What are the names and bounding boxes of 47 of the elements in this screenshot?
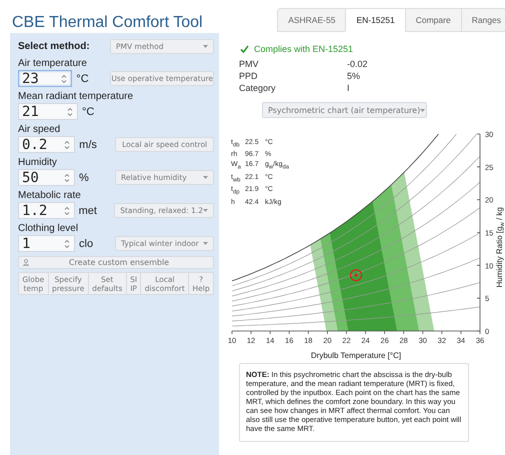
result-label: Category [239,82,277,94]
spinner-icon[interactable] [64,140,70,150]
number-field[interactable]: 50 [18,169,76,186]
number-field[interactable]: 0.2 [18,136,76,153]
number-field[interactable]: 21 [18,103,78,120]
field-label: Mean radiant temperature [17,91,134,103]
spinner-icon[interactable] [61,74,68,84]
number-field[interactable]: 1.2 [18,202,75,219]
caret-icon [203,242,208,245]
unit-label: met [78,204,98,216]
field-label: Humidity [17,157,57,169]
field-label: Metabolic rate [17,190,81,202]
spinner-icon[interactable] [64,206,70,216]
result-label: PMV [239,58,260,70]
number-field[interactable]: 1 [18,235,76,252]
field-label: Air temperature [17,58,87,70]
ensemble-button[interactable]: Create custom ensemble [18,256,214,269]
unit-label: % [79,172,90,184]
field-label: Clothing level [17,223,78,235]
caret-icon [203,176,208,179]
result-value: -0.02 [347,58,368,70]
spinner-icon[interactable] [67,106,73,116]
caret-icon [203,209,208,212]
axis-title: Drybulb Temperature [°C] [310,351,402,360]
spinner-icon[interactable] [64,238,70,248]
person-icon [23,259,29,266]
spinner-icon[interactable] [64,172,70,182]
caret-icon [203,45,208,48]
tab[interactable]: Compare [404,8,461,32]
result-label: PPD [239,70,259,82]
tab[interactable]: Ranges [460,8,505,32]
number-field[interactable]: 23 [18,70,72,87]
result-value: 5% [347,70,362,82]
tab[interactable]: EN-15251 [345,8,405,32]
compliance-status: Complies with EN-15251 [240,43,354,55]
unit-label: clo [79,238,94,250]
result-value: I [347,82,351,94]
field-label: Air speed [17,124,60,136]
tab[interactable]: ASHRAE-55 [277,8,346,32]
unit-label: m/s [79,138,98,150]
chart-select[interactable]: Psychrometric chart (air temperature) [262,102,427,118]
method-label: Select method: [17,41,90,52]
check-icon [240,45,249,53]
caret-icon [420,108,426,112]
unit-label: °C [82,106,96,118]
unit-label: °C [76,72,90,84]
app-title: CBE Thermal Comfort Tool [12,14,204,32]
